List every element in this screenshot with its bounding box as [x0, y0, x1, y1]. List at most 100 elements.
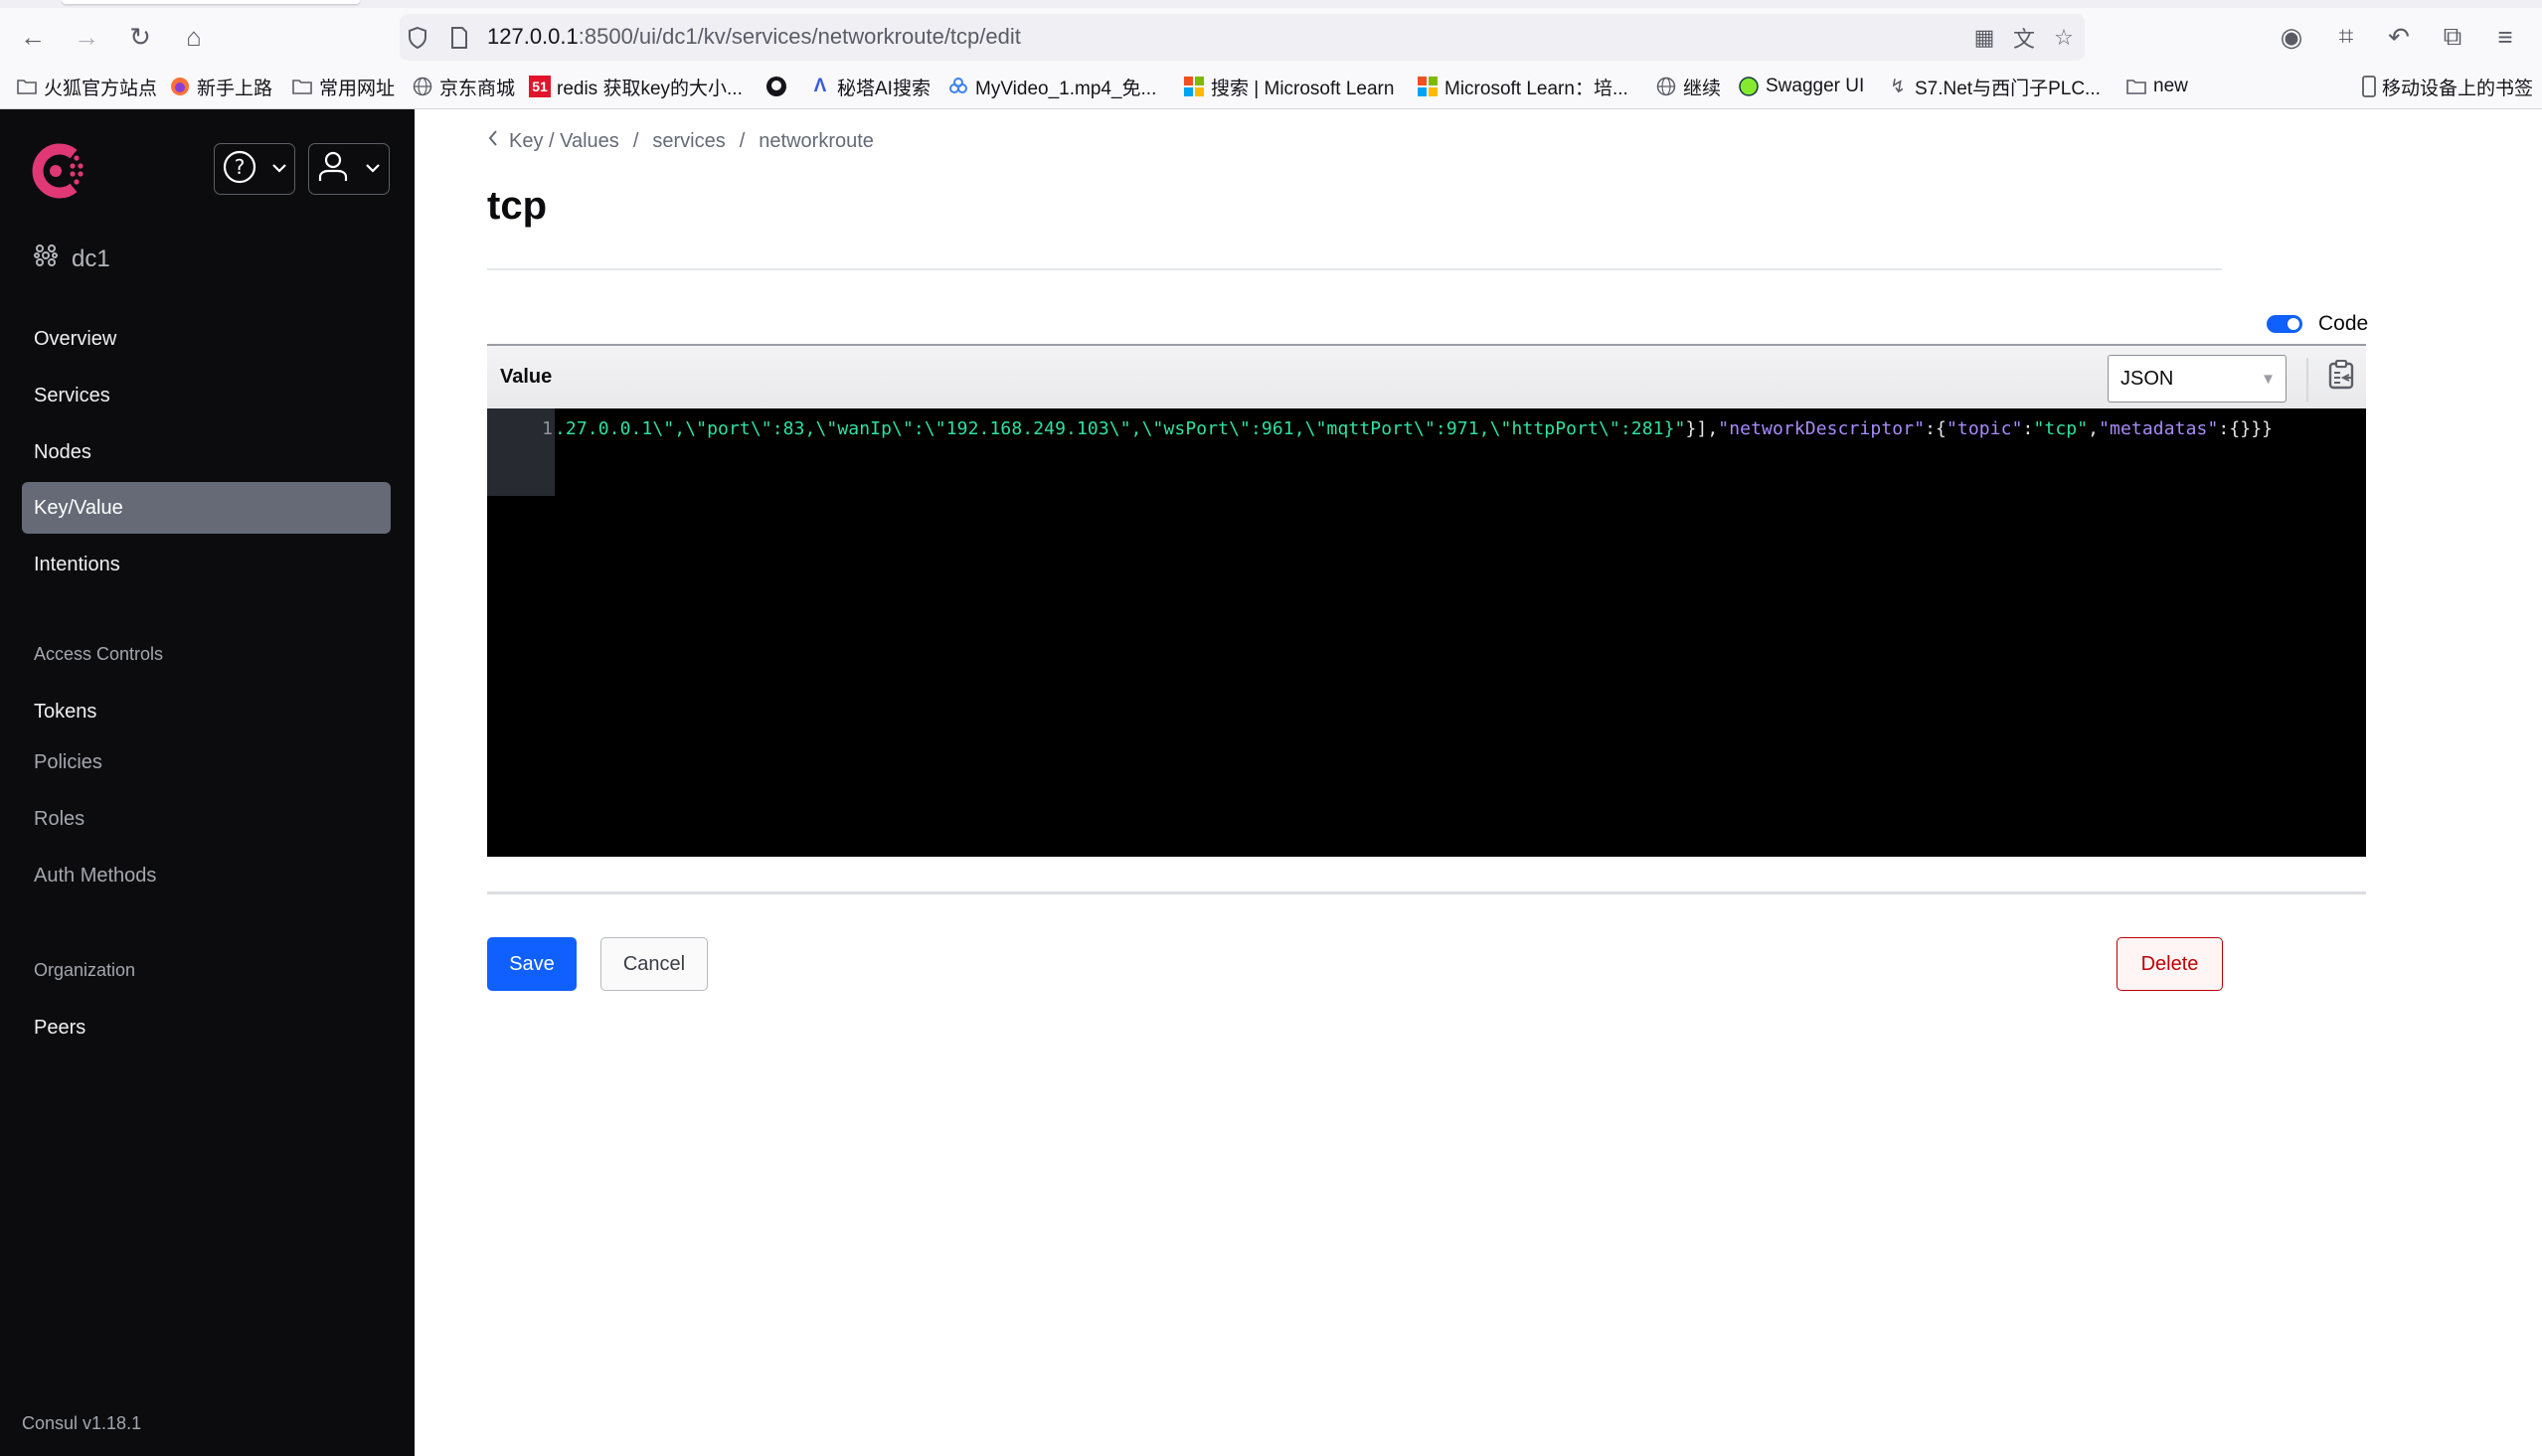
- active-tab[interactable]: [62, 0, 360, 4]
- translate-icon[interactable]: 文: [2010, 24, 2038, 52]
- datacenter-selector[interactable]: dc1: [34, 243, 110, 274]
- code-toggle-switch[interactable]: [2267, 315, 2302, 333]
- cancel-button[interactable]: Cancel: [600, 937, 708, 991]
- page-icon[interactable]: [445, 24, 473, 52]
- bookmark-label: MyVideo_1.mp4_免...: [975, 78, 1157, 99]
- sidebar-item-services[interactable]: Services: [22, 370, 391, 421]
- metaso-icon: Λ: [813, 76, 827, 96]
- bookmark-item[interactable]: new: [2125, 75, 2188, 98]
- firefox-icon: [169, 76, 191, 97]
- sidebar-item-label: Roles: [34, 807, 85, 830]
- code-toggle-label: Code: [2318, 312, 2369, 335]
- folder-icon: [16, 76, 38, 97]
- bookmarks-bar: 火狐官方站点 新手上路 常用网址 京东商城 51 redis 获取key的大小..…: [0, 65, 2542, 109]
- home-icon[interactable]: ⌂: [179, 22, 209, 52]
- bookmark-label: S7.Net与西门子PLC...: [1915, 78, 2101, 99]
- sidebar-item-nodes[interactable]: Nodes: [22, 426, 391, 478]
- save-button[interactable]: Save: [487, 937, 577, 991]
- bookmark-item[interactable]: Λ 秘塔AI搜索: [809, 75, 931, 99]
- extensions-icon[interactable]: ⧉: [2438, 21, 2467, 52]
- sidebar-item-label: Auth Methods: [34, 864, 157, 887]
- format-select[interactable]: JSON ▼: [2108, 355, 2287, 403]
- breadcrumb-link-key-values[interactable]: Key / Values: [509, 130, 619, 153]
- mobile-bookmarks[interactable]: 移动设备上的书签: [2358, 75, 2533, 99]
- bookmark-star-icon[interactable]: ☆: [2050, 24, 2078, 52]
- browser-toolbar: ← → ↻ ⌂ 127.0.0.1:8500/ui/dc1/kv/service…: [0, 8, 2542, 65]
- sidebar-item-overview[interactable]: Overview: [22, 313, 391, 365]
- code-toggle[interactable]: Code: [2267, 312, 2368, 336]
- sidebar-item-label: Policies: [34, 750, 102, 773]
- sidebar-item-auth-methods[interactable]: Auth Methods: [22, 850, 391, 901]
- user-menu-button[interactable]: [308, 143, 390, 195]
- qr-code-icon[interactable]: ▦: [1970, 24, 1998, 52]
- value-editor-header: Value JSON ▼: [487, 344, 2366, 408]
- code-token: "topic": [1946, 418, 2023, 439]
- back-icon[interactable]: ←: [18, 22, 48, 52]
- bookmark-item[interactable]: 京东商城: [412, 75, 515, 99]
- github-icon: [765, 76, 787, 97]
- code-token: "metadatas": [2099, 418, 2219, 439]
- address-bar[interactable]: 127.0.0.1:8500/ui/dc1/kv/services/networ…: [400, 14, 2085, 61]
- copy-clipboard-icon[interactable]: [2328, 359, 2354, 390]
- bookmark-label: 秘塔AI搜索: [837, 78, 931, 99]
- bookmark-item[interactable]: 搜索 | Microsoft Learn: [1183, 75, 1394, 99]
- bookmark-label: 火狐官方站点: [44, 78, 158, 99]
- url-text[interactable]: 127.0.0.1:8500/ui/dc1/kv/services/networ…: [487, 24, 1021, 50]
- bookmark-item[interactable]: 火狐官方站点: [16, 75, 158, 99]
- chevron-down-icon: [271, 160, 287, 178]
- sidebar-item-key-value[interactable]: Key/Value: [22, 482, 391, 534]
- consul-logo-icon[interactable]: [30, 142, 87, 200]
- sidebar-item-label: Intentions: [34, 553, 120, 575]
- s7-icon: ↯: [1890, 76, 1906, 97]
- code-line[interactable]: .27.0.0.1\",\"port\":83,\"wanIp\":\"192.…: [555, 418, 2273, 439]
- reload-icon[interactable]: ↻: [125, 22, 155, 52]
- bookmark-item[interactable]: MyVideo_1.mp4_免...: [947, 75, 1157, 99]
- bookmark-label: 继续: [1683, 78, 1722, 99]
- url-path: :8500/ui/dc1/kv/services/networkroute/tc…: [578, 24, 1021, 49]
- user-icon: [318, 151, 348, 188]
- chevron-left-icon[interactable]: [487, 129, 499, 153]
- chevron-down-icon: [365, 160, 381, 178]
- help-menu-button[interactable]: ?: [214, 143, 295, 195]
- folder-icon: [291, 76, 313, 97]
- sidebar-item-policies[interactable]: Policies: [22, 736, 391, 788]
- caret-down-icon: ▼: [2261, 371, 2276, 388]
- screenshot-crop-icon[interactable]: ⌗: [2331, 21, 2361, 52]
- forward-icon[interactable]: →: [72, 22, 101, 52]
- code-token: ,: [2088, 418, 2100, 439]
- swagger-icon: [1738, 76, 1760, 97]
- sidebar-item-peers[interactable]: Peers: [22, 1002, 391, 1053]
- bookmark-item[interactable]: 新手上路: [169, 75, 272, 99]
- shield-icon[interactable]: [404, 24, 431, 52]
- undo-icon[interactable]: ↶: [2384, 22, 2414, 52]
- bookmark-item[interactable]: 继续: [1655, 75, 1722, 99]
- sidebar-item-intentions[interactable]: Intentions: [22, 539, 391, 590]
- url-host: 127.0.0.1: [487, 24, 579, 49]
- sidebar-item-label: Services: [34, 384, 110, 406]
- help-icon: ?: [223, 150, 256, 189]
- menu-icon[interactable]: ≡: [2490, 22, 2520, 52]
- bookmark-item[interactable]: ↯ S7.Net与西门子PLC...: [1887, 75, 2101, 99]
- breadcrumb-link-networkroute[interactable]: networkroute: [759, 130, 874, 153]
- account-icon[interactable]: ◉: [2277, 22, 2306, 52]
- sidebar: ? dc1 Overview Services Nodes Key/Value …: [0, 109, 415, 1456]
- bookmark-label: redis 获取key的大小...: [557, 78, 743, 99]
- bookmark-item[interactable]: 常用网址: [291, 75, 395, 99]
- bookmark-label: new: [2153, 76, 2188, 96]
- microsoft-icon: [1183, 76, 1205, 97]
- sidebar-item-roles[interactable]: Roles: [22, 793, 391, 845]
- bookmark-item[interactable]: Swagger UI: [1738, 75, 1864, 98]
- globe-icon: [412, 76, 433, 97]
- code-token: :{}}}: [2218, 418, 2274, 439]
- microsoft-icon: [1417, 76, 1439, 97]
- delete-button[interactable]: Delete: [2117, 937, 2223, 991]
- breadcrumb-link-services[interactable]: services: [652, 130, 725, 153]
- breadcrumb-separator: /: [632, 129, 639, 152]
- bookmark-item[interactable]: Microsoft Learn：培...: [1417, 75, 1628, 99]
- code-token: .27.0.0.1\",\"port\":83,\"wanIp\":\"192.…: [555, 418, 1686, 439]
- bookmark-item[interactable]: 51 redis 获取key的大小...: [529, 75, 743, 99]
- bookmark-item[interactable]: [765, 75, 787, 98]
- sidebar-item-tokens[interactable]: Tokens: [22, 686, 391, 737]
- value-label: Value: [500, 366, 553, 388]
- code-editor[interactable]: 1 .27.0.0.1\",\"port\":83,\"wanIp\":\"19…: [487, 408, 2366, 857]
